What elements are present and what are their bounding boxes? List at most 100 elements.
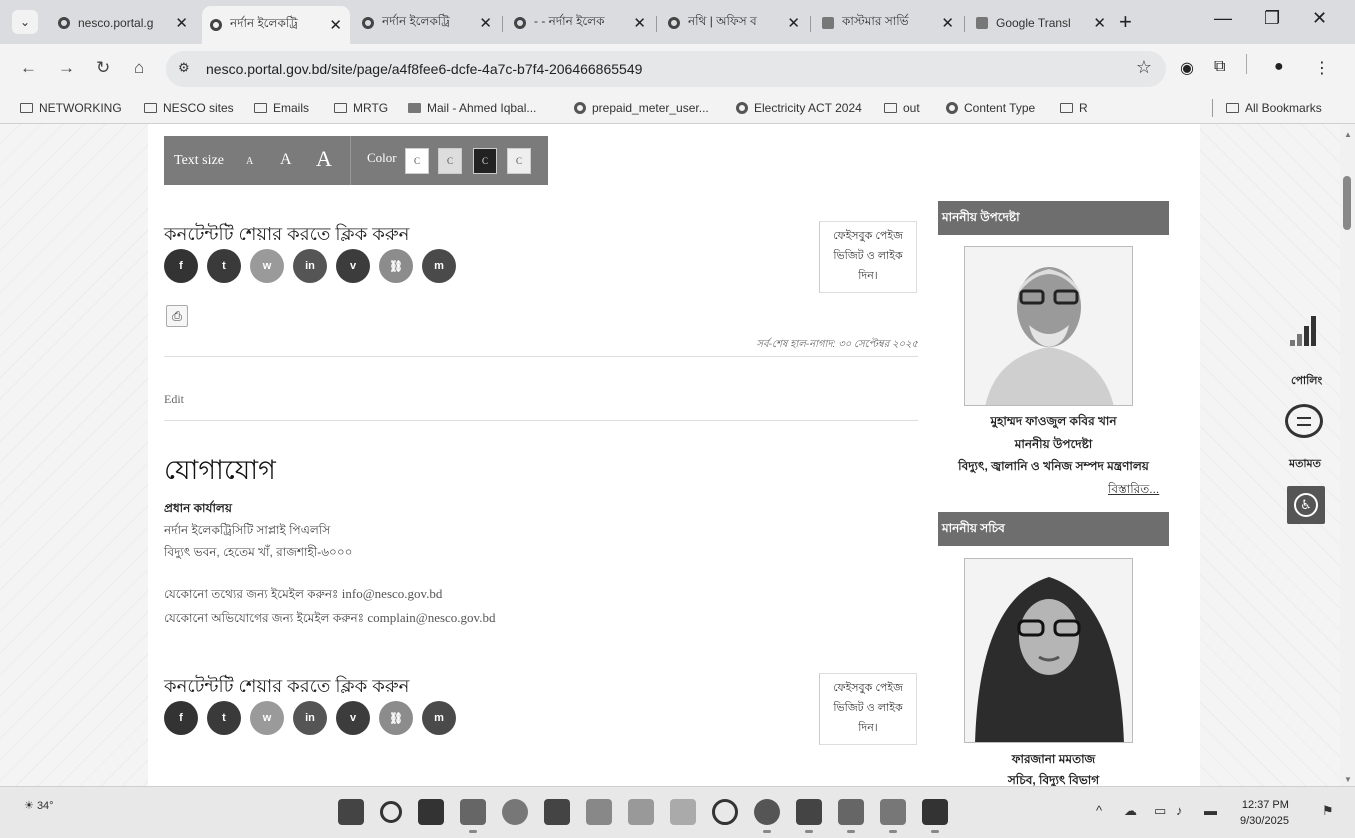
messenger-share-icon[interactable]: m — [422, 249, 456, 283]
bookmark-item[interactable]: out — [884, 101, 920, 115]
address-bar[interactable]: ⚙ nesco.portal.gov.bd/site/page/a4f8fee6… — [166, 51, 1166, 87]
home-icon[interactable]: ⌂ — [134, 58, 144, 78]
color-dark-button[interactable]: C — [473, 148, 497, 174]
site-info-icon[interactable]: ⚙ — [178, 60, 190, 76]
bookmark-item[interactable]: R — [1060, 101, 1088, 115]
color-light-button[interactable]: C — [507, 148, 531, 174]
bookmark-star-icon[interactable]: ☆ — [1136, 57, 1152, 78]
color-white-button[interactable]: C — [405, 148, 429, 174]
close-tab-icon[interactable]: ✕ — [633, 14, 646, 32]
messenger-share-icon[interactable]: m — [422, 701, 456, 735]
print-icon[interactable]: ⎙ — [166, 305, 188, 327]
volume-icon[interactable]: ♪ — [1176, 803, 1183, 818]
viber-share-icon[interactable]: v — [336, 701, 370, 735]
facebook-page-box[interactable]: ফেইসবুক পেইজ ভিজিট ও লাইক দিন। — [819, 673, 917, 745]
bookmark-item[interactable]: MRTG — [334, 101, 388, 115]
facebook-page-box[interactable]: ফেইসবুক পেইজ ভিজিট ও লাইক দিন। — [819, 221, 917, 293]
bookmark-item[interactable]: Emails — [254, 101, 309, 115]
forward-icon[interactable]: → — [58, 58, 75, 78]
edit-link[interactable]: Edit — [164, 392, 184, 407]
browser-tab-active[interactable]: নর্দান ইলেকট্রি ✕ — [202, 6, 350, 44]
tab-search-button[interactable]: ⌄ — [12, 10, 38, 34]
close-tab-icon[interactable]: ✕ — [787, 14, 800, 32]
app-icon[interactable] — [628, 799, 654, 825]
bookmark-item[interactable]: Mail - Ahmed Iqbal... — [408, 101, 536, 115]
profile-avatar-icon[interactable]: ● — [1274, 58, 1284, 76]
edge-icon[interactable] — [502, 799, 528, 825]
restore-icon[interactable]: ❐ — [1264, 8, 1280, 29]
facebook-share-icon[interactable]: f — [164, 701, 198, 735]
windows-start-icon[interactable] — [338, 799, 364, 825]
browser-tab[interactable]: নথি | অফিস ব ✕ — [660, 8, 808, 38]
task-view-icon[interactable] — [418, 799, 444, 825]
network-app-icon[interactable] — [586, 799, 612, 825]
bookmark-item[interactable]: NESCO sites — [144, 101, 234, 115]
accessibility-button[interactable]: ♿ — [1287, 486, 1325, 524]
browser-tab[interactable]: কাস্টমার সার্ভি ✕ — [814, 8, 962, 38]
close-tab-icon[interactable]: ✕ — [479, 14, 492, 32]
twitter-share-icon[interactable]: t — [207, 249, 241, 283]
extensions-puzzle-icon[interactable]: ⧉ — [1214, 58, 1225, 76]
search-icon[interactable] — [380, 801, 402, 823]
bookmark-item[interactable]: NETWORKING — [20, 101, 122, 115]
browser-tab[interactable]: নর্দান ইলেকট্রি ✕ — [354, 8, 500, 38]
scrollbar-thumb[interactable] — [1343, 176, 1351, 230]
back-icon[interactable]: ← — [20, 58, 37, 78]
reload-icon[interactable]: ↻ — [96, 58, 110, 78]
minimize-icon[interactable]: — — [1214, 8, 1232, 29]
remote-desktop-icon[interactable] — [922, 799, 948, 833]
text-size-large-button[interactable]: A — [316, 146, 332, 172]
whatsapp-share-icon[interactable]: w — [250, 249, 284, 283]
complain-email-link[interactable]: complain@nesco.gov.bd — [367, 610, 495, 625]
file-explorer-icon[interactable] — [460, 799, 486, 833]
close-window-icon[interactable]: ✕ — [1312, 8, 1327, 29]
display-icon[interactable]: ▭ — [1154, 803, 1166, 819]
feedback-label[interactable]: মতামত — [1289, 455, 1321, 474]
twitter-share-icon[interactable]: t — [207, 701, 241, 735]
linkedin-share-icon[interactable]: in — [293, 701, 327, 735]
browser-tab[interactable]: - - নর্দান ইলেক ✕ — [506, 8, 654, 38]
scroll-up-arrow-icon[interactable]: ▲ — [1344, 130, 1352, 139]
all-bookmarks[interactable]: All Bookmarks — [1226, 101, 1322, 115]
copy-link-icon[interactable]: ⛓ — [379, 249, 413, 283]
linkedin-share-icon[interactable]: in — [293, 249, 327, 283]
copy-link-icon[interactable]: ⛓ — [379, 701, 413, 735]
text-size-small-button[interactable]: A — [246, 156, 253, 167]
cloud-icon[interactable]: ☁ — [1124, 803, 1137, 819]
facebook-share-icon[interactable]: f — [164, 249, 198, 283]
bookmark-item[interactable]: Electricity ACT 2024 — [736, 101, 862, 115]
poll-label[interactable]: পোলিং — [1291, 372, 1322, 391]
color-gray-button[interactable]: C — [438, 148, 462, 174]
bookmark-item[interactable]: prepaid_meter_user... — [574, 101, 709, 115]
browser-tab[interactable]: Google Transl ✕ — [968, 8, 1114, 38]
close-tab-icon[interactable]: ✕ — [329, 16, 342, 34]
extension-icon[interactable]: ◉ — [1180, 58, 1194, 78]
store-icon[interactable] — [544, 799, 570, 825]
calculator-icon[interactable] — [838, 799, 864, 833]
new-tab-button[interactable]: + — [1119, 9, 1132, 35]
notepad-icon[interactable] — [880, 799, 906, 833]
viber-share-icon[interactable]: v — [336, 249, 370, 283]
info-email-link[interactable]: info@nesco.gov.bd — [342, 586, 443, 601]
system-clock[interactable]: 12:37 PM 9/30/2025 — [1240, 797, 1289, 829]
chrome-icon[interactable] — [754, 799, 780, 833]
browser-menu-icon[interactable]: ⋮ — [1314, 58, 1330, 78]
battery-icon[interactable]: ▬ — [1204, 803, 1217, 818]
url-text[interactable]: nesco.portal.gov.bd/site/page/a4f8fee6-d… — [206, 61, 642, 77]
feedback-chat-icon[interactable] — [1285, 404, 1323, 438]
scroll-down-arrow-icon[interactable]: ▼ — [1344, 775, 1352, 784]
bookmark-item[interactable]: Content Type — [946, 101, 1035, 115]
whatsapp-share-icon[interactable]: w — [250, 701, 284, 735]
close-tab-icon[interactable]: ✕ — [941, 14, 954, 32]
poll-chart-icon[interactable] — [1290, 316, 1316, 346]
tray-chevron-icon[interactable]: ^ — [1096, 803, 1102, 818]
outlook-icon[interactable] — [796, 799, 822, 833]
details-link[interactable]: বিস্তারিত... — [1108, 481, 1159, 501]
notification-icon[interactable]: ⚑ — [1322, 803, 1334, 819]
text-size-medium-button[interactable]: A — [280, 151, 292, 169]
app-icon[interactable] — [670, 799, 696, 825]
whatsapp-icon[interactable] — [712, 799, 738, 825]
close-tab-icon[interactable]: ✕ — [1093, 14, 1106, 32]
browser-tab[interactable]: nesco.portal.g ✕ — [50, 8, 196, 38]
weather-widget[interactable]: ☀ 34° — [24, 799, 54, 812]
